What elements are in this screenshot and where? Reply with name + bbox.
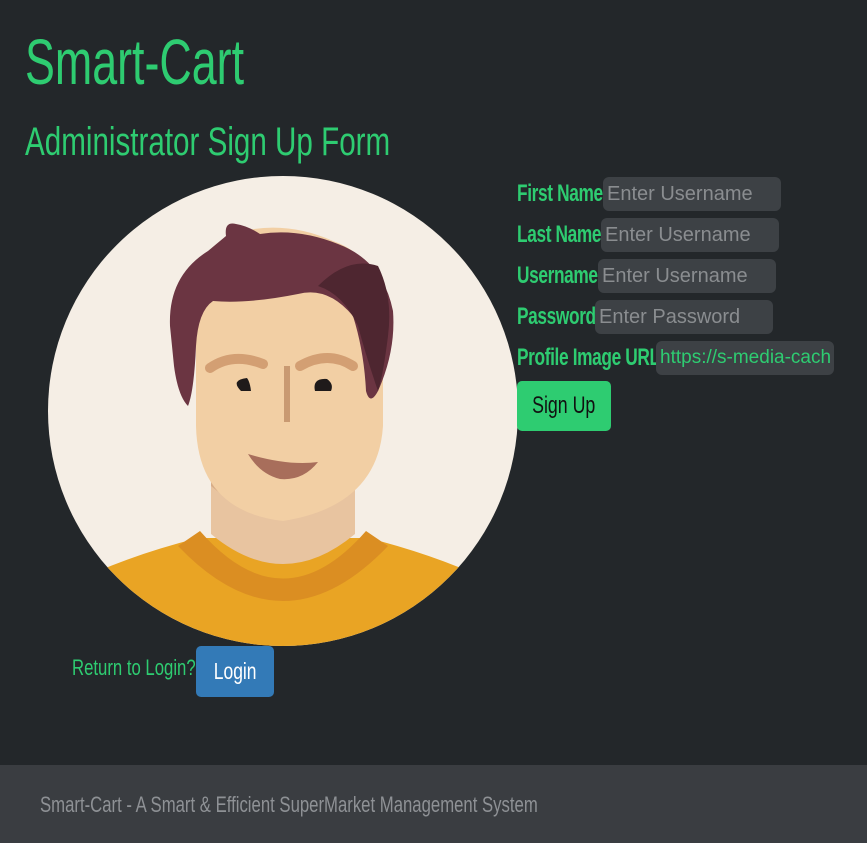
profile-url-label: Profile Image URL: (517, 344, 666, 371)
last-name-input[interactable] (601, 218, 779, 252)
profile-url-row: Profile Image URL: (517, 340, 834, 376)
login-button[interactable]: Login (196, 646, 274, 697)
username-label: Username: (517, 262, 604, 289)
first-name-row: First Name: (517, 176, 781, 212)
password-label: Password: (517, 303, 602, 330)
password-row: Password: (517, 299, 773, 335)
last-name-row: Last Name: (517, 217, 779, 253)
profile-avatar-image (48, 176, 518, 646)
password-input[interactable] (595, 300, 773, 334)
brand-title: Smart-Cart (25, 26, 245, 98)
first-name-input[interactable] (603, 177, 781, 211)
footer-text: Smart-Cart - A Smart & Efficient SuperMa… (40, 792, 538, 817)
signup-button[interactable]: Sign Up (517, 381, 611, 431)
footer: Smart-Cart - A Smart & Efficient SuperMa… (0, 765, 867, 843)
username-row: Username: (517, 258, 776, 294)
username-input[interactable] (598, 259, 776, 293)
form-title: Administrator Sign Up Form (25, 120, 391, 164)
last-name-label: Last Name: (517, 221, 607, 248)
profile-url-input[interactable] (656, 341, 834, 375)
first-name-label: First Name: (517, 180, 609, 207)
